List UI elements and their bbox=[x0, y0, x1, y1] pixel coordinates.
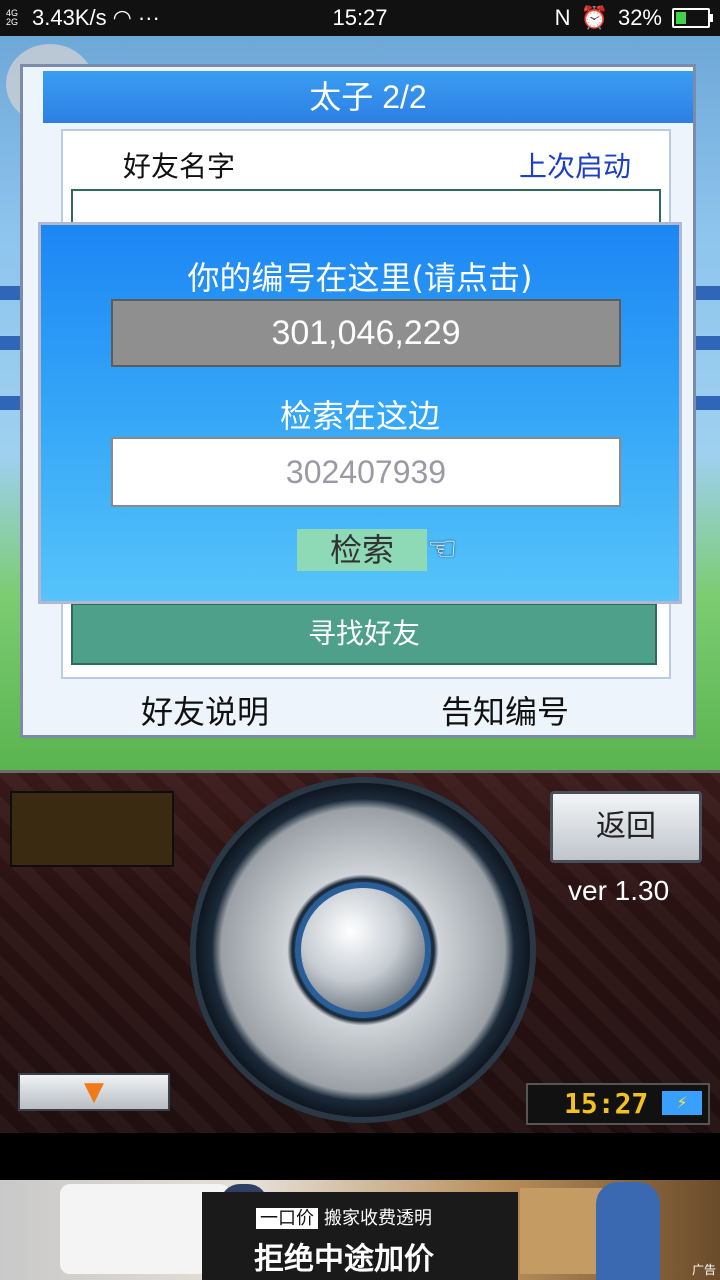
back-button[interactable]: 返回 bbox=[550, 791, 702, 863]
search-label: 检索在这边 bbox=[279, 397, 440, 435]
friend-name-header: 好友名字 bbox=[123, 150, 236, 183]
dialog-title: 你的编号在这里(请点击) bbox=[187, 259, 533, 297]
pointing-hand-icon: ☜ bbox=[427, 529, 458, 569]
down-arrow-button[interactable]: ▼ bbox=[18, 1073, 170, 1111]
panel-title: 太子 2/2 bbox=[43, 71, 693, 123]
ad-tag: 一口价 搬家收费透明 bbox=[256, 1204, 432, 1230]
alarm-icon: ⏰ bbox=[580, 5, 608, 30]
clock-time: 15:27 bbox=[564, 1087, 649, 1120]
id-search-dialog: 你的编号在这里(请点击) 301,046,229 检索在这边 302407939… bbox=[38, 222, 682, 604]
status-bar: 4G 2G 3.43K/s ◠ ··· 15:27 N ⏰ 32% bbox=[0, 0, 720, 36]
dpad[interactable] bbox=[196, 783, 530, 1117]
dpad-center-button[interactable] bbox=[295, 882, 431, 1018]
battery-charge-icon: ⚡ bbox=[662, 1091, 702, 1115]
ad-tag-pill: 一口价 bbox=[256, 1208, 318, 1229]
game-clock: 15:27 ⚡ bbox=[526, 1083, 710, 1125]
ad-tag-text: 搬家收费透明 bbox=[324, 1208, 432, 1229]
notify-id-button[interactable]: 告知编号 bbox=[441, 687, 569, 733]
last-launch-header: 上次启动 bbox=[518, 150, 631, 183]
controller-area: 返回 ver 1.30 ▼ 15:27 ⚡ bbox=[0, 770, 720, 1133]
search-input[interactable]: 302407939 bbox=[111, 437, 621, 507]
ad-headline: 拒绝中途加价 bbox=[254, 1242, 434, 1277]
search-button[interactable]: 检索 bbox=[297, 529, 427, 571]
friend-help-button[interactable]: 好友说明 bbox=[141, 687, 269, 733]
battery-percent: 32% bbox=[617, 5, 662, 30]
screen-slot bbox=[10, 791, 174, 867]
nfc-icon: N bbox=[554, 5, 571, 30]
ad-text-panel: 一口价 搬家收费透明 拒绝中途加价 bbox=[202, 1192, 518, 1280]
ad-banner[interactable]: 一口价 搬家收费透明 拒绝中途加价 广告 bbox=[0, 1180, 720, 1280]
battery-icon bbox=[672, 8, 713, 28]
mover-image bbox=[596, 1182, 660, 1280]
find-friend-button[interactable]: 寻找好友 bbox=[71, 603, 657, 665]
version-label: ver 1.30 bbox=[568, 875, 670, 906]
your-id-field[interactable]: 301,046,229 bbox=[111, 299, 621, 367]
ad-label: 广告 bbox=[691, 1263, 716, 1277]
